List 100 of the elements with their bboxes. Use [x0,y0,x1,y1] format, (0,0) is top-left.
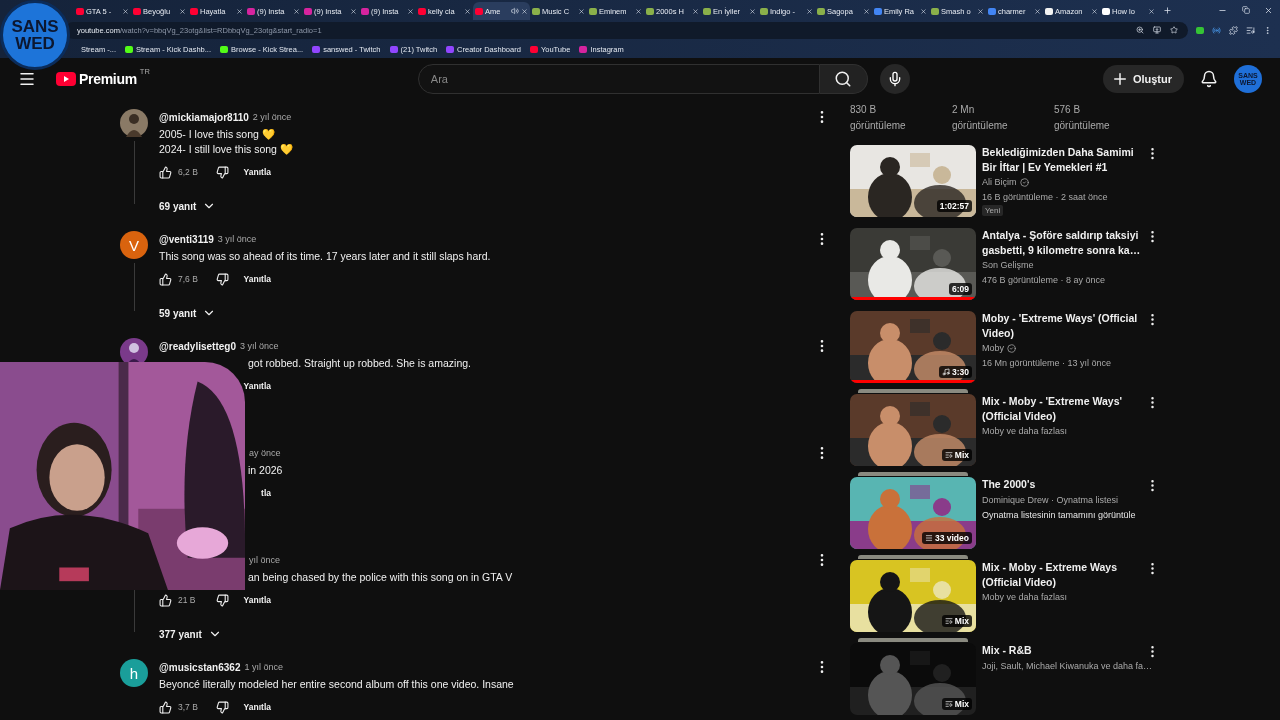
like-icon[interactable] [159,272,172,286]
close-icon[interactable] [692,7,699,15]
close-icon[interactable] [407,7,414,15]
close-icon[interactable] [179,7,186,15]
comment-text: an being chased by the police with this song on in GTA V [248,570,514,585]
channel-name[interactable]: Joji, Sault, Michael Kiwanuka ve daha fa… [982,659,1160,674]
search-field[interactable]: Ara [417,64,820,94]
reply-button[interactable]: Yanıtla [243,702,271,712]
new-tab-icon[interactable] [1163,5,1172,15]
reply-button[interactable]: tla [261,488,271,498]
mic-button[interactable] [879,64,910,94]
channel-name[interactable]: Ali Biçim [982,175,1160,190]
replies-toggle[interactable]: 69 yanıt [159,199,217,213]
video-title[interactable]: Mix - R&B [982,643,1145,658]
close-icon[interactable] [578,7,585,15]
dislike-icon[interactable] [216,165,229,179]
like-icon[interactable] [159,700,172,714]
reply-button[interactable]: Yanıtla [243,381,271,391]
logo-text[interactable]: Premium [79,71,137,87]
close-icon[interactable] [521,7,528,15]
video-title[interactable]: Antalya - Şoföre saldırıp taksiyi gasbetti, 9 kilometre sonra ka… [982,228,1145,258]
site-icon [1045,7,1053,15]
close-icon[interactable] [806,7,813,15]
thumbnail[interactable]: Mix [850,643,976,715]
puzzle-icon[interactable] [1229,25,1238,35]
close-icon[interactable] [977,7,984,15]
thumbnail[interactable]: 3:30 [850,311,976,383]
video-title[interactable]: The 2000's [982,477,1145,492]
dislike-icon[interactable] [216,700,229,714]
close-icon[interactable] [920,7,927,15]
video-title[interactable]: Mix - Moby - Extreme Ways (Official Video) [982,560,1145,590]
comment-time: yıl önce [249,555,281,565]
signal-icon[interactable] [1212,25,1221,35]
replies-toggle[interactable]: 59 yanıt [159,306,217,320]
video-title[interactable]: Moby - 'Extreme Ways' (Official Video) [982,311,1145,341]
menu-icon[interactable] [1263,25,1272,35]
close-icon[interactable] [749,7,756,15]
close-icon[interactable] [1034,7,1041,15]
close-icon[interactable] [1091,7,1098,15]
close-icon[interactable] [236,7,243,15]
comment-time: 1 yıl önce [244,662,283,672]
bell-icon[interactable] [1200,70,1218,88]
close-icon[interactable] [635,7,642,15]
avatar[interactable]: V [120,231,148,259]
thumbnail[interactable]: Mix [850,394,976,466]
username[interactable]: @musicstan6362 [159,661,241,673]
username[interactable]: @mickiamajor8110 [159,111,249,123]
close-icon[interactable] [293,7,300,15]
site-icon [361,7,369,15]
close-icon[interactable] [122,7,129,15]
mix-icon [944,617,953,625]
like-count: 21 B [178,595,196,605]
comment-text: This song was so ahead of its time. 17 years later and it still slaps hard. [159,249,492,264]
search-icon[interactable] [834,70,853,88]
channel-name[interactable]: Moby ve daha fazlası [982,590,1160,605]
thumbnail[interactable]: 1:02:57 [850,145,976,217]
close-icon[interactable] [350,7,357,15]
list-icon [924,534,933,542]
dislike-icon[interactable] [216,593,229,607]
create-button[interactable]: Oluştur [1102,65,1184,93]
channel-name[interactable]: Moby ve daha fazlası [982,424,1160,439]
channel-name[interactable]: Son Gelişme [982,258,1160,273]
video-title[interactable]: Mix - Moby - 'Extreme Ways' (Official Video) [982,394,1145,424]
thumbnail[interactable]: 33 video [850,477,976,549]
view-label: görüntüleme [952,119,1009,133]
replies-toggle[interactable]: 377 yanıt [159,627,222,641]
install-icon[interactable] [1153,26,1161,34]
thumbnail-badge: 33 video [921,532,972,544]
avatar[interactable] [120,109,148,137]
like-icon[interactable] [159,593,172,607]
zoom-icon[interactable] [1136,26,1144,34]
thumbnail[interactable]: Mix [850,560,976,632]
site-icon [1102,7,1110,15]
media-icon[interactable] [1246,25,1255,35]
close-icon[interactable] [464,7,471,15]
like-icon[interactable] [159,165,172,179]
menu-icon[interactable] [18,70,36,88]
reply-button[interactable]: Yanıtla [243,167,271,177]
video-title[interactable]: Beklediğimizden Daha Samimi Bir İftar | Ev Yemekleri #1 [982,145,1145,175]
site-icon [532,7,540,15]
play-logo-icon[interactable] [56,72,76,86]
comment-text: got robbed. Straight up robbed. She is amazing. [248,356,472,371]
star-icon[interactable] [1170,26,1178,34]
dislike-icon[interactable] [216,272,229,286]
comment-text: in 2026 [248,463,284,478]
thumbnail[interactable]: 6:09 [850,228,976,300]
close-icon[interactable] [1148,7,1155,15]
search-button[interactable] [819,64,868,94]
reply-button[interactable]: Yanıtla [243,274,271,284]
extension-icon[interactable] [1196,26,1204,34]
channel-name[interactable]: Moby [982,341,1160,356]
comment-text: 2005- I love this song 💛 2024- I still love this song 💛 [159,127,294,157]
username[interactable]: @venti3119 [159,233,214,245]
close-icon[interactable] [863,7,870,15]
reply-button[interactable]: Yanıtla [243,595,271,605]
speaker-icon[interactable] [511,7,519,15]
channel-name[interactable]: Dominique Drew · Oynatma listesi [982,493,1160,508]
comment-time: 3 yıl önce [217,234,257,244]
playlist-link[interactable]: Oynatma listesinin tamamını görüntüle [982,508,1160,523]
username[interactable]: @readylisetteg0 [159,340,236,352]
